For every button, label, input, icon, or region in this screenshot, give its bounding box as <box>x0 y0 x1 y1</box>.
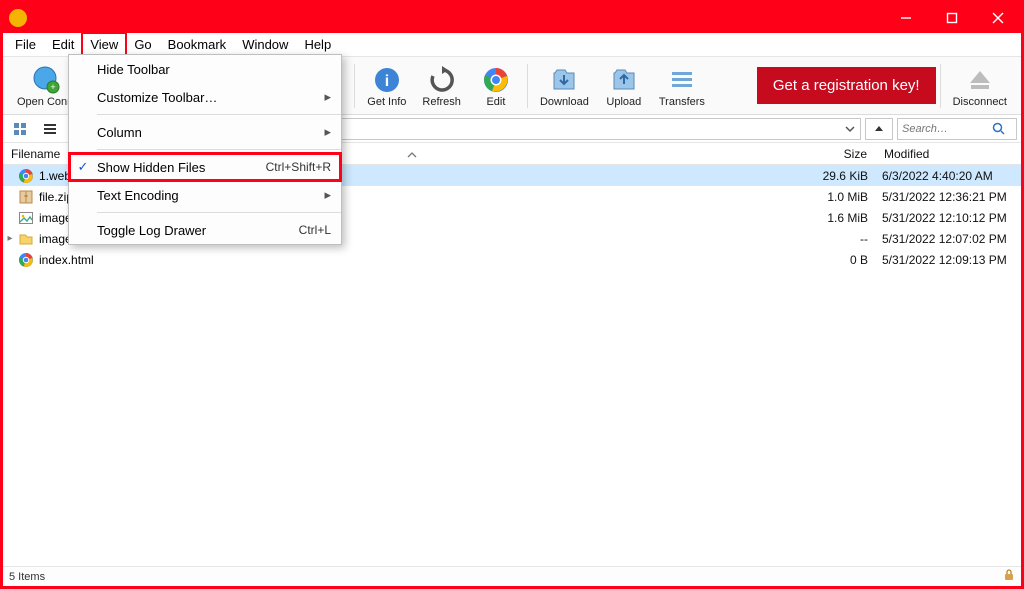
file-size: 0 B <box>821 253 876 267</box>
upload-label: Upload <box>606 96 641 108</box>
chrome-icon <box>17 252 35 268</box>
zip-icon <box>17 189 35 205</box>
menu-item-label: Text Encoding <box>97 188 324 203</box>
maximize-button[interactable] <box>929 3 975 33</box>
check-icon: ✓ <box>69 159 97 175</box>
edit-button[interactable]: Edit <box>469 62 523 110</box>
menu-item-accel: Ctrl+Shift+R <box>266 160 331 174</box>
file-size: -- <box>821 232 876 246</box>
menu-item-label: Hide Toolbar <box>97 62 331 77</box>
sort-ascending-icon <box>407 148 417 162</box>
refresh-label: Refresh <box>422 96 461 108</box>
get-info-label: Get Info <box>367 96 406 108</box>
toolbar-separator <box>940 64 941 108</box>
edit-label: Edit <box>486 96 505 108</box>
menu-window[interactable]: Window <box>234 33 296 56</box>
titlebar[interactable] <box>3 3 1021 33</box>
transfers-button[interactable]: Transfers <box>651 62 713 110</box>
view-list-button[interactable] <box>37 117 63 141</box>
menu-help[interactable]: Help <box>296 33 339 56</box>
status-text: 5 Items <box>9 571 45 583</box>
download-button[interactable]: Download <box>532 62 597 110</box>
menu-item-label: Column <box>97 125 324 140</box>
menu-view[interactable]: View <box>82 33 126 56</box>
file-size: 1.6 MiB <box>821 211 876 225</box>
menu-item-label: Customize Toolbar… <box>97 90 324 105</box>
chrome-icon <box>480 64 512 96</box>
file-modified: 5/31/2022 12:09:13 PM <box>876 253 1021 267</box>
menu-separator <box>97 114 341 115</box>
transfers-label: Transfers <box>659 96 705 108</box>
view-menu-dropdown: Hide Toolbar Customize Toolbar…▸ Column▸… <box>68 54 342 245</box>
info-icon: i <box>371 64 403 96</box>
menu-item-label: Show Hidden Files <box>97 160 266 175</box>
disconnect-button[interactable]: Disconnect <box>945 62 1015 110</box>
file-size: 1.0 MiB <box>821 190 876 204</box>
image-icon <box>17 210 35 226</box>
menu-go[interactable]: Go <box>126 33 159 56</box>
close-button[interactable] <box>975 3 1021 33</box>
menu-file[interactable]: File <box>7 33 44 56</box>
folder-icon <box>17 231 35 247</box>
app-icon <box>9 9 27 27</box>
svg-text:i: i <box>385 73 389 90</box>
menu-separator <box>97 149 341 150</box>
menu-text-encoding[interactable]: Text Encoding▸ <box>69 181 341 209</box>
svg-text:+: + <box>50 82 55 92</box>
menu-item-accel: Ctrl+L <box>299 223 331 237</box>
file-modified: 5/31/2022 12:07:02 PM <box>876 232 1021 246</box>
search-input[interactable] <box>902 123 992 135</box>
toolbar-separator <box>527 64 528 108</box>
menu-customize-toolbar[interactable]: Customize Toolbar…▸ <box>69 83 341 111</box>
file-row[interactable]: index.html0 B5/31/2022 12:09:13 PM <box>3 249 1021 270</box>
download-icon <box>548 64 580 96</box>
up-button[interactable] <box>865 118 893 140</box>
get-info-button[interactable]: i Get Info <box>359 62 414 110</box>
file-name: index.html <box>39 253 821 267</box>
menu-bookmark[interactable]: Bookmark <box>160 33 235 56</box>
file-modified: 5/31/2022 12:36:21 PM <box>876 190 1021 204</box>
expander-icon[interactable]: ▸ <box>3 233 17 244</box>
column-size[interactable]: Size <box>821 147 876 161</box>
disconnect-label: Disconnect <box>953 96 1007 108</box>
chrome-icon <box>17 168 35 184</box>
search-box[interactable] <box>897 118 1017 140</box>
file-size: 29.6 KiB <box>821 169 876 183</box>
search-icon <box>992 122 1005 135</box>
file-modified: 6/3/2022 4:40:20 AM <box>876 169 1021 183</box>
refresh-button[interactable]: Refresh <box>414 62 469 110</box>
download-label: Download <box>540 96 589 108</box>
menu-edit[interactable]: Edit <box>44 33 82 56</box>
column-filename-label: Filename <box>11 147 60 161</box>
submenu-arrow-icon: ▸ <box>324 187 331 203</box>
menu-toggle-log[interactable]: Toggle Log DrawerCtrl+L <box>69 216 341 244</box>
status-bar: 5 Items <box>3 566 1021 586</box>
menu-show-hidden-files[interactable]: ✓Show Hidden FilesCtrl+Shift+R <box>69 153 341 181</box>
column-modified[interactable]: Modified <box>876 147 1021 161</box>
open-connection-label: Open Conn <box>17 96 73 108</box>
upload-icon <box>608 64 640 96</box>
refresh-icon <box>426 64 458 96</box>
toolbar-separator <box>354 64 355 108</box>
submenu-arrow-icon: ▸ <box>324 124 331 140</box>
chevron-down-icon <box>844 122 856 140</box>
menu-item-label: Toggle Log Drawer <box>97 223 299 238</box>
submenu-arrow-icon: ▸ <box>324 89 331 105</box>
transfers-icon <box>666 64 698 96</box>
menu-hide-toolbar[interactable]: Hide Toolbar <box>69 55 341 83</box>
lock-icon <box>1003 569 1015 584</box>
register-banner[interactable]: Get a registration key! <box>757 67 936 104</box>
menu-separator <box>97 212 341 213</box>
file-modified: 5/31/2022 12:10:12 PM <box>876 211 1021 225</box>
globe-icon: + <box>29 64 61 96</box>
menu-column[interactable]: Column▸ <box>69 118 341 146</box>
upload-button[interactable]: Upload <box>597 62 651 110</box>
view-thumb-button[interactable] <box>7 117 33 141</box>
eject-icon <box>964 64 996 96</box>
minimize-button[interactable] <box>883 3 929 33</box>
